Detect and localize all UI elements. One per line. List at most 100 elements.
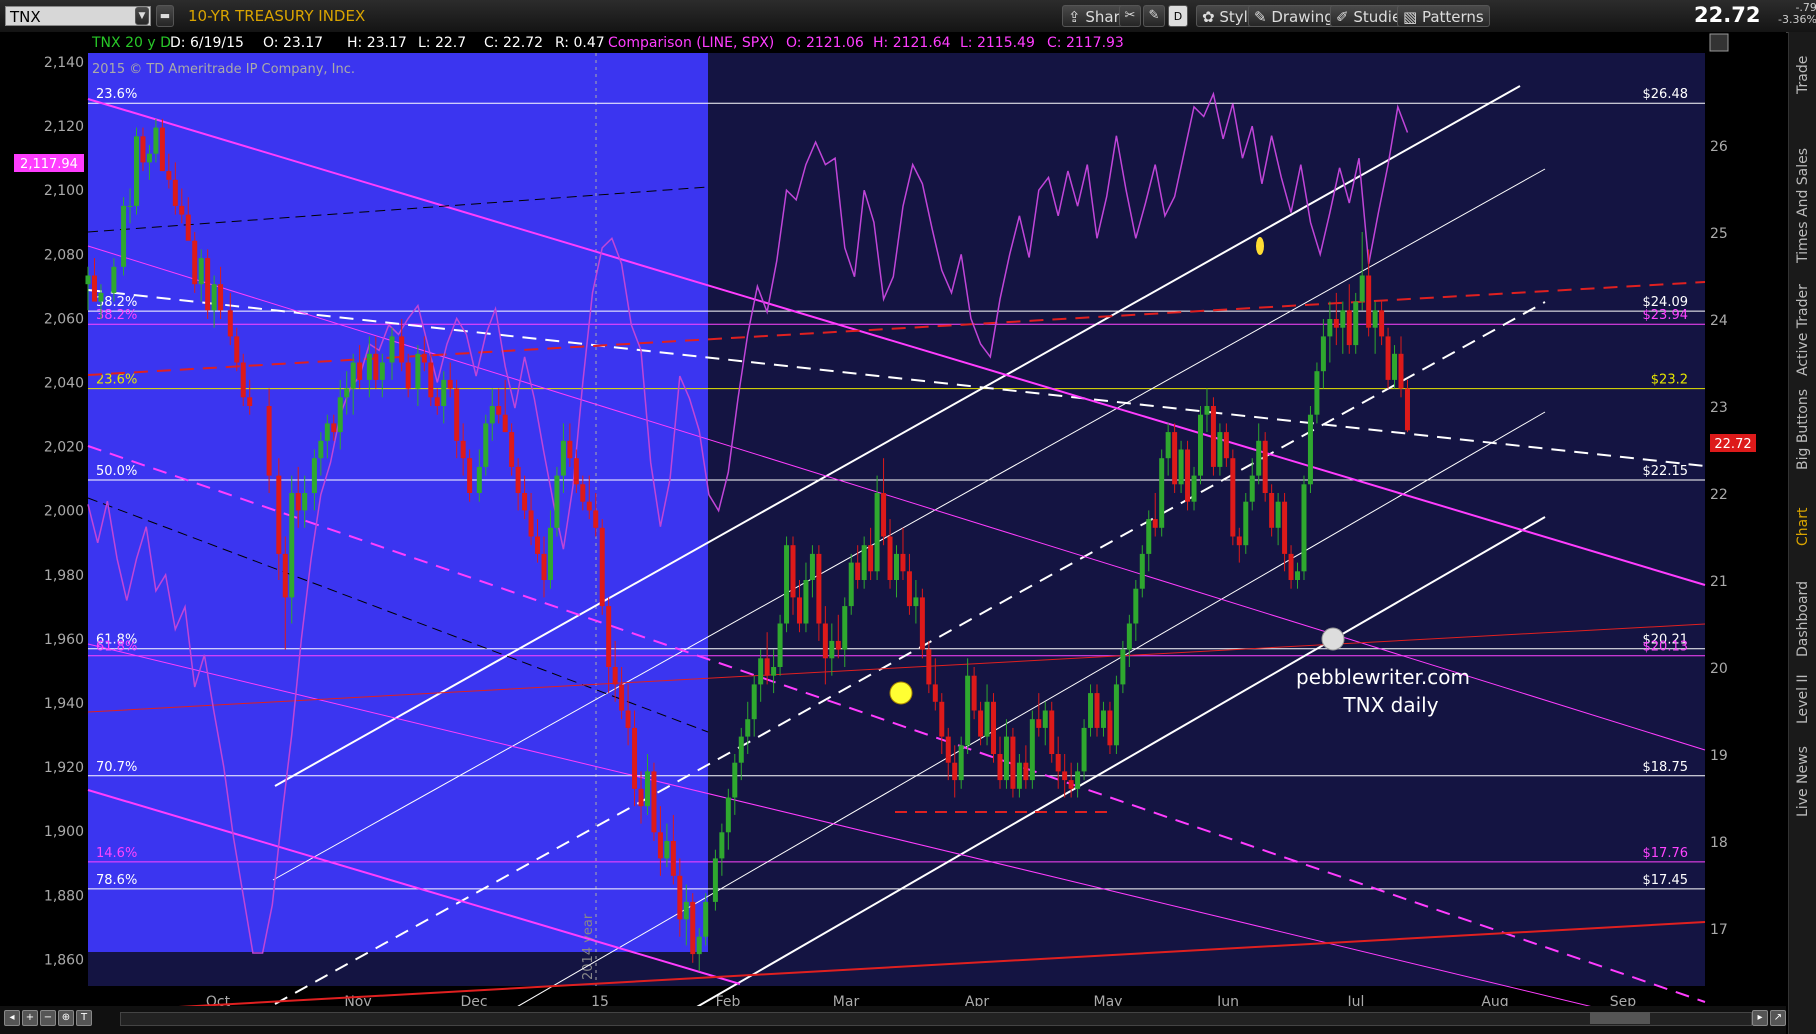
tnx-candle-body bbox=[965, 675, 971, 746]
tnx-candle-body bbox=[1327, 319, 1333, 337]
tnx-candle-body bbox=[926, 649, 932, 685]
tnx-candle-body bbox=[441, 379, 447, 406]
tnx-candle-body bbox=[984, 701, 990, 737]
patterns-button[interactable]: ▧ Patterns bbox=[1397, 5, 1490, 27]
sidebar-tab-chart[interactable]: Chart bbox=[1789, 484, 1816, 569]
tnx-candle-body bbox=[1178, 449, 1184, 485]
tnx-candle-body bbox=[166, 171, 172, 180]
tnx-candle-body bbox=[140, 136, 146, 163]
tnx-candle-body bbox=[318, 440, 324, 459]
sidebar-tab-trade[interactable]: Trade bbox=[1789, 40, 1816, 110]
scroll-right-icon[interactable]: ▸ bbox=[1752, 1010, 1768, 1026]
tnx-candle-body bbox=[399, 336, 405, 363]
tnx-candle-body bbox=[816, 553, 822, 624]
tnx-candle-body bbox=[1185, 449, 1191, 502]
tnx-candle-body bbox=[599, 527, 605, 607]
tnx-candle-body bbox=[389, 336, 395, 363]
tnx-candle-body bbox=[881, 493, 887, 537]
symbol-dropdown-icon[interactable]: ▼ bbox=[135, 7, 149, 25]
tnx-candle-body bbox=[1081, 727, 1087, 772]
tnx-candle bbox=[1210, 397, 1216, 476]
tnx-candle-body bbox=[1372, 310, 1378, 328]
tnx-candle-body bbox=[179, 205, 185, 215]
tools-icon[interactable]: ✂ bbox=[1119, 5, 1141, 27]
tnx-candle bbox=[1010, 727, 1016, 798]
tnx-candle bbox=[1185, 440, 1191, 511]
text-tool-icon[interactable]: T bbox=[76, 1010, 92, 1026]
tnx-candle-body bbox=[337, 397, 343, 433]
tnx-candle-body bbox=[1217, 432, 1223, 467]
tnx-candle-body bbox=[657, 832, 663, 859]
tnx-candle-body bbox=[1191, 475, 1197, 502]
tnx-candle-body bbox=[153, 127, 159, 154]
zoom-out-icon[interactable]: − bbox=[40, 1010, 56, 1026]
tnx-candle bbox=[134, 127, 140, 215]
left-axis-tick-label: 2,100 bbox=[44, 183, 84, 199]
header-comparison: Comparison (LINE, SPX) bbox=[608, 35, 774, 51]
tnx-candle-body bbox=[586, 501, 592, 511]
tnx-candle-body bbox=[1340, 310, 1346, 328]
right-axis-tick-label: 24 bbox=[1710, 313, 1728, 329]
scroll-left-icon[interactable]: ◂ bbox=[4, 1010, 20, 1026]
sidebar-tab-level-ii[interactable]: Level II bbox=[1789, 672, 1816, 727]
tnx-candle-body bbox=[784, 545, 790, 624]
tnx-candle-body bbox=[758, 658, 764, 685]
timeframe-button[interactable]: D bbox=[1168, 5, 1188, 27]
tnx-candle-body bbox=[502, 414, 508, 433]
left-axis-tick-label: 2,000 bbox=[44, 504, 84, 520]
sidebar-tab-live-news[interactable]: Live News bbox=[1789, 732, 1816, 832]
tnx-candle bbox=[1353, 292, 1359, 354]
time-scrollbar[interactable] bbox=[120, 1012, 1752, 1026]
tnx-candle-body bbox=[247, 397, 253, 406]
tnx-candle-body bbox=[803, 580, 809, 624]
yellow-marker bbox=[889, 681, 913, 705]
tnx-candle-body bbox=[580, 484, 586, 502]
tnx-candle-body bbox=[289, 493, 295, 598]
tnx-candle-body bbox=[1010, 736, 1016, 789]
right-axis-tick-label: 17 bbox=[1710, 922, 1728, 938]
tnx-candle-body bbox=[344, 388, 350, 398]
tnx-candle-body bbox=[939, 701, 945, 737]
year-separator-label: 2014 year bbox=[581, 913, 596, 980]
left-axis-tick-label: 2,140 bbox=[44, 55, 84, 71]
tnx-candle bbox=[554, 466, 560, 537]
tnx-candle-body bbox=[1165, 432, 1171, 459]
tnx-candle-body bbox=[1314, 371, 1320, 415]
chart-canvas[interactable]: TNX 20 y D D: 6/19/15 O: 23.17 H: 23.17 L: 2… bbox=[0, 32, 1786, 1034]
tnx-candle bbox=[192, 232, 198, 293]
tnx-candle-body bbox=[218, 284, 224, 311]
tnx-candle bbox=[1301, 475, 1307, 580]
tnx-candle-body bbox=[670, 841, 676, 876]
sidebar-tab-big-buttons[interactable]: Big Buttons bbox=[1789, 382, 1816, 477]
tnx-candle-body bbox=[790, 545, 796, 598]
tnx-candle-body bbox=[1269, 493, 1275, 528]
tnx-candle-body bbox=[1036, 719, 1042, 728]
wrench-icon[interactable]: ✎ bbox=[1143, 5, 1165, 27]
tnx-candle-body bbox=[1346, 310, 1352, 346]
right-sidebar: Trade Times And Sales Active Trader Big But… bbox=[1788, 32, 1816, 1034]
right-axis-tick-label: 18 bbox=[1710, 835, 1728, 851]
tnx-candle-body bbox=[373, 353, 379, 380]
sidebar-tab-times-and-sales[interactable]: Times And Sales bbox=[1789, 140, 1816, 270]
expand-icon[interactable]: ↗ bbox=[1770, 1010, 1786, 1026]
fib-level-left-label: 38.2% bbox=[96, 308, 137, 323]
tnx-candle-body bbox=[434, 397, 440, 406]
chart-area[interactable]: TNX 20 y D D: 6/19/15 O: 23.17 H: 23.17 L: 2… bbox=[0, 32, 1786, 1034]
link-icon[interactable]: ▬ bbox=[156, 5, 174, 27]
tnx-candle-body bbox=[664, 841, 670, 859]
watermark-line2: TNX daily bbox=[1342, 693, 1438, 717]
time-scrollbar-thumb[interactable] bbox=[1590, 1012, 1650, 1024]
zoom-in-icon[interactable]: + bbox=[22, 1010, 38, 1026]
sidebar-tab-dashboard[interactable]: Dashboard bbox=[1789, 577, 1816, 662]
tnx-candle-body bbox=[528, 510, 534, 537]
zoom-reset-icon[interactable]: ⊕ bbox=[58, 1010, 74, 1026]
tnx-candle bbox=[784, 536, 790, 633]
sidebar-tab-active-trader[interactable]: Active Trader bbox=[1789, 280, 1816, 380]
tnx-candle bbox=[1314, 362, 1320, 424]
tnx-candle bbox=[1230, 449, 1236, 546]
tnx-candle-body bbox=[703, 901, 709, 937]
tnx-candle bbox=[848, 553, 854, 615]
tnx-candle-body bbox=[725, 797, 731, 833]
tnx-candle-body bbox=[632, 727, 638, 789]
symbol-input[interactable]: TNX bbox=[5, 6, 151, 26]
